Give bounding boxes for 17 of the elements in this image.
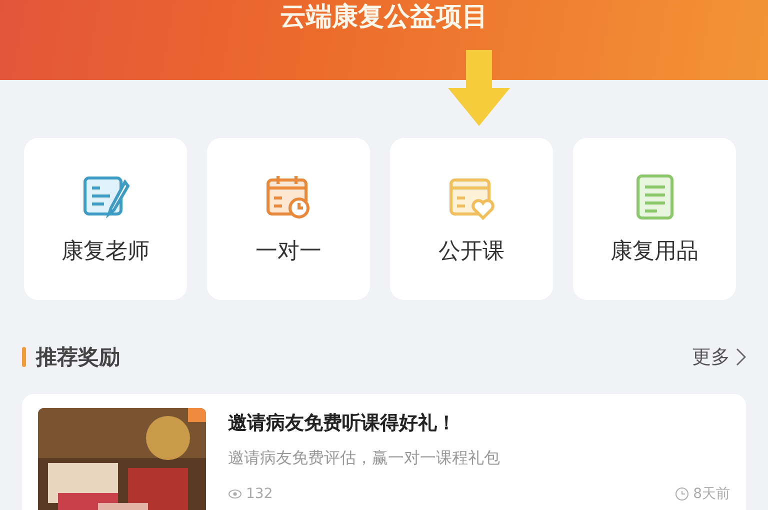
service-tile[interactable]: 康复老师 [24,138,187,300]
clock-icon [675,487,690,501]
banner-title: 云端康复公益项目 [280,2,488,34]
service-tile[interactable]: 一对一 [207,138,370,300]
service-tile[interactable]: 康复用品 [573,138,736,300]
service-tile[interactable]: 公开课 [390,138,553,300]
down-arrow-icon [448,50,510,126]
view-count: 132 [228,485,273,503]
eye-icon [228,487,242,501]
post-time: 8天前 [675,485,730,503]
section-title: 推荐奖励 [36,344,120,371]
reward-description: 邀请病友免费评估，赢一对一课程礼包 [228,448,501,469]
reward-title: 邀请病友免费听课得好礼！ [228,411,457,436]
chevron-right-icon [736,348,746,366]
reward-card[interactable]: 邀请病友免费听课得好礼！ 邀请病友免费评估，赢一对一课程礼包 132 8天前 [22,394,746,510]
more-link[interactable]: 更多 [692,344,746,370]
accent-bar [22,347,26,367]
